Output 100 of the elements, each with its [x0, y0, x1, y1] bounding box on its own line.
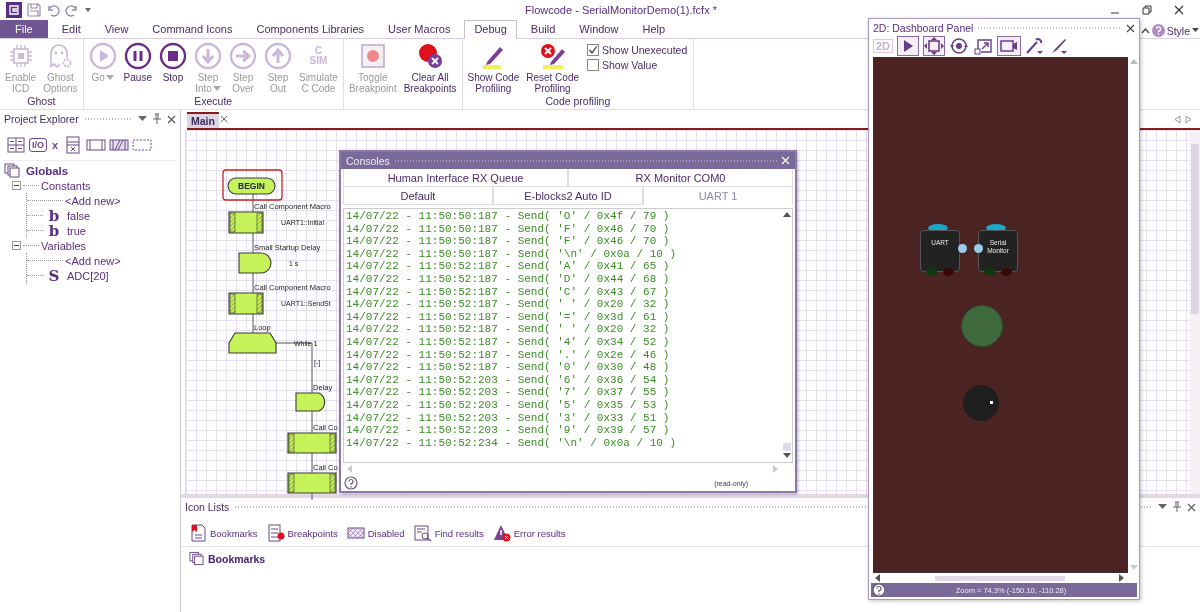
- scroll-left-icon[interactable]: [875, 574, 881, 582]
- bookmark-icon: [189, 524, 207, 542]
- stop-icon: [158, 42, 187, 70]
- begin-node[interactable]: [227, 177, 276, 195]
- console-output: 14/07/22 - 11:50:50:187 - Send( 'O' / 0x4f / 79 ) 14/07/22 - 11:50:50:187 - Send( 'F' / 0x46 / 70 ) 14/07/22 - 11:50:50:187 - Send( 'F' / 0x46 / 70 ) 14/07/22 - 11:50:50:187 - Send( '\n' / 0x0a / 10 ) 14/07/22 - 11:50:52:187 - Send( 'A' / 0x41 / 65 ) 14/07/22 - 11:50:52:187 - Send( 'D' / 0x44 / 68 ) 14/07/22 - 11:50:52:187 - Send( 'C' / 0x43 / 67 ) 14/07/22 - 11:50:52:187 - Send( ' ' / 0x20 / 32 ) 14/07/22 - 11:50:52:187 - Send( '=' / 0x3d / 61 ) 14/07/22 - 11:50:52:187 - Send( ' ' / 0x20 / 32 ) 14/07/22 - 11:50:52:187 - Send( '4' / 0x34 / 52 ) 14/07/22 - 11:50:52:187 - Send( '.' / 0x2e / 46 ) 14/07/22 - 11:50:52:187 - Send( '0' / 0x30 / 48 ) 14/07/22 - 11:50:52:203 - Send( '6' / 0x36 / 54 ) 14/07/22 - 11:50:52:203 - Send( '7' / 0x37 / 55 ) 14/07/22 - 11:50:52:203 - Send( '5' / 0x35 / 53 ) 14/07/22 - 11:50:52:203 - Send( '3' / 0x33 / 51 ) 14/07/22 - 11:50:52:203 - Send( '9' / 0x39 / 57 ) 14/07/22 - 11:50:52:234 - Send( '\n' / 0x0a / 10 ): [345, 209, 678, 451]
- tree-item[interactable]: Globals: [26, 164, 69, 177]
- icon-list-tab[interactable]: Bookmarks: [210, 527, 264, 539]
- loop-node[interactable]: [228, 332, 277, 354]
- icon-list-tab[interactable]: Error results: [513, 527, 572, 539]
- ribbon-group-label: Ghost: [26, 95, 57, 109]
- expand-toggle[interactable]: [12, 241, 21, 250]
- pencil-cross-icon: [538, 42, 567, 70]
- caret-icon[interactable]: [84, 6, 92, 14]
- circle-cross-icon: [416, 42, 445, 70]
- block-icon[interactable]: [86, 136, 107, 154]
- expand-toggle[interactable]: [12, 181, 21, 190]
- macro-node[interactable]: [228, 292, 264, 315]
- checkbox[interactable]: [587, 44, 599, 56]
- menu-tab[interactable]: View: [94, 20, 139, 38]
- close-icon[interactable]: [167, 114, 176, 124]
- variable-icon[interactable]: x: [50, 138, 61, 152]
- tree-item[interactable]: false: [67, 209, 91, 222]
- tree-item[interactable]: Variables: [41, 239, 87, 252]
- tree-item[interactable]: ADC[20]: [67, 269, 109, 282]
- pin-icon[interactable]: [152, 113, 162, 125]
- close-icon[interactable]: [1187, 502, 1196, 512]
- style-menu[interactable]: Style: [1166, 24, 1190, 37]
- tree-item[interactable]: <Add new>: [65, 194, 121, 207]
- close-icon[interactable]: [1174, 5, 1184, 15]
- node-label: BEGIN: [238, 181, 265, 191]
- resize-icon[interactable]: [973, 37, 994, 55]
- checkbox-label: Show Value: [602, 59, 658, 71]
- delay-node[interactable]: [295, 392, 326, 412]
- rotate-icon[interactable]: [949, 37, 970, 55]
- ribbon-button[interactable]: Stop: [155, 41, 190, 95]
- icon-list-tab[interactable]: Breakpoints: [287, 527, 344, 539]
- help-icon[interactable]: [344, 476, 358, 490]
- editor-tab[interactable]: Main: [187, 112, 219, 128]
- scroll-down-icon[interactable]: [783, 453, 791, 459]
- pin-icon[interactable]: [1172, 501, 1182, 513]
- help-icon[interactable]: [872, 583, 886, 597]
- console-tab[interactable]: RX Monitor COM0: [568, 169, 793, 187]
- dropdown-icon[interactable]: [1158, 504, 1167, 510]
- menu-tab[interactable]: Components Libraries: [246, 20, 375, 38]
- console-tab[interactable]: E-blocks2 Auto ID: [493, 187, 643, 205]
- macro-node[interactable]: [287, 432, 337, 454]
- delay-node[interactable]: [238, 252, 272, 274]
- ribbon-button[interactable]: Clear All Breakpoints: [400, 41, 460, 95]
- menu-tab[interactable]: User Macros: [378, 20, 461, 38]
- wrench-icon[interactable]: [1025, 37, 1046, 55]
- restore-icon[interactable]: [1142, 5, 1152, 15]
- move-icon[interactable]: [923, 36, 946, 56]
- ribbon-button[interactable]: Pause: [120, 41, 155, 95]
- scroll-thumb[interactable]: [1191, 144, 1199, 314]
- menu-tab[interactable]: Help: [632, 20, 676, 38]
- drag-grip[interactable]: [83, 117, 133, 121]
- console-tab[interactable]: Default: [343, 187, 493, 205]
- scroll-thumb[interactable]: [783, 443, 791, 451]
- type-icon: b: [47, 223, 61, 238]
- disabled-icon: [346, 524, 365, 542]
- console-tab[interactable]: UART 1: [643, 187, 793, 205]
- menu-tab[interactable]: Command Icons: [142, 20, 243, 38]
- caret-icon: [1192, 28, 1199, 33]
- macro-node[interactable]: [287, 472, 337, 494]
- checkbox[interactable]: [587, 59, 599, 71]
- pointer-icon[interactable]: [897, 36, 920, 56]
- close-icon[interactable]: [219, 115, 228, 123]
- tree-item[interactable]: <Add new>: [65, 254, 121, 267]
- brush-icon[interactable]: [1049, 37, 1070, 55]
- window-title: 2D: Dashboard Panel: [873, 22, 974, 34]
- dropdown-icon[interactable]: [138, 116, 147, 122]
- error-icon: [492, 524, 511, 542]
- camera-icon[interactable]: [997, 36, 1022, 56]
- table-icon[interactable]: [6, 136, 26, 154]
- tree-item[interactable]: true: [67, 224, 86, 237]
- play-icon: [88, 42, 117, 70]
- scroll-right-icon[interactable]: [1119, 574, 1125, 582]
- menu-tab[interactable]: File: [0, 20, 48, 38]
- tree-item[interactable]: Constants: [41, 179, 91, 192]
- ribbon-button[interactable]: Reset Code Profiling: [523, 41, 582, 95]
- menu-tab[interactable]: Debug: [464, 20, 517, 39]
- macro-node[interactable]: [228, 211, 264, 234]
- icon-list-tab[interactable]: Find results: [434, 527, 490, 539]
- redo-icon[interactable]: [65, 3, 79, 17]
- stack-icon: [189, 551, 204, 566]
- ribbon-group-label: Execute: [193, 95, 234, 109]
- console-tab[interactable]: Human Interface RX Queue: [343, 169, 568, 187]
- icon-list-tab[interactable]: Disabled: [367, 527, 411, 539]
- scroll-up-icon[interactable]: [783, 212, 791, 218]
- hatched-icon[interactable]: [109, 136, 130, 154]
- menu-tab[interactable]: Window: [569, 20, 629, 38]
- menu-tab[interactable]: Build: [520, 20, 566, 38]
- vertical-scrollbar[interactable]: [1190, 130, 1200, 494]
- io-icon[interactable]: I/O: [29, 138, 47, 152]
- menu-tab[interactable]: Edit: [51, 20, 91, 38]
- collapse-icon[interactable]: [1140, 27, 1150, 34]
- close-icon[interactable]: [1126, 23, 1135, 33]
- scroll-thumb[interactable]: [935, 575, 1065, 581]
- undo-icon[interactable]: [46, 3, 60, 17]
- ribbon-button[interactable]: Show Code Profiling: [464, 41, 523, 95]
